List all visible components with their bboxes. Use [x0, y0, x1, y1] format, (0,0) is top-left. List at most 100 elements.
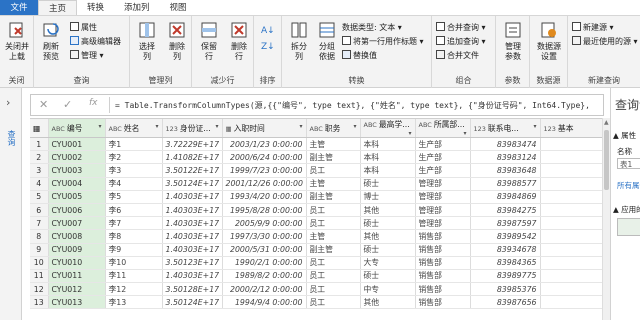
table-cell[interactable]: 83988577	[470, 177, 541, 191]
column-header[interactable]: ABC 姓名 ▾	[105, 119, 163, 138]
table-row[interactable]: 5 CYU005 李5 1.40303E+17 1993/4/20 0:00:00 副主管…	[30, 190, 602, 204]
applied-step-item[interactable]	[617, 218, 640, 236]
merge-queries-button[interactable]: 合并查询 ▾	[436, 22, 486, 33]
table-cell[interactable]: 主管	[306, 177, 361, 191]
table-cell[interactable]: 83983124	[470, 150, 541, 165]
table-cell[interactable]: 硕士	[360, 269, 416, 284]
column-filter-dropdown-icon[interactable]: ▾	[215, 123, 218, 130]
table-cell[interactable]: 1997/3/30 0:00:00	[222, 229, 307, 244]
table-cell[interactable]: 员工	[306, 163, 361, 178]
table-cell[interactable]: 李6	[105, 203, 163, 218]
table-cell[interactable]: 1.40303E+17	[162, 203, 223, 218]
row-number[interactable]: 6	[30, 203, 49, 218]
table-cell[interactable]: CYU008	[48, 229, 106, 244]
tab-file[interactable]: 文件	[0, 0, 38, 15]
table-cell[interactable]: 李13	[105, 295, 163, 310]
table-cell[interactable]: 1.40303E+17	[162, 190, 223, 204]
table-cell[interactable]: 其他	[360, 295, 416, 310]
table-cell[interactable]: 副主管	[306, 150, 361, 165]
table-cell[interactable]: 员工	[306, 256, 361, 270]
cancel-formula-icon[interactable]: ✕	[39, 98, 48, 111]
table-row[interactable]: 6 CYU006 李6 1.40303E+17 1995/8/28 0:00:00 员工其…	[30, 203, 602, 218]
table-cell[interactable]: CYU010	[48, 256, 106, 270]
table-cell[interactable]: CYU006	[48, 203, 106, 218]
column-filter-dropdown-icon[interactable]: ▾	[299, 123, 302, 130]
row-number[interactable]: 10	[30, 256, 49, 270]
chevron-right-icon[interactable]: ›	[6, 96, 10, 109]
table-cell[interactable]: 3.72229E+17	[162, 137, 223, 152]
table-cell[interactable]: 83983648	[470, 163, 541, 178]
column-filter-dropdown-icon[interactable]: ▾	[408, 130, 411, 137]
table-cell[interactable]: 销售部	[415, 269, 471, 284]
manage-button[interactable]: 管理 ▾	[70, 50, 104, 61]
table-cell[interactable]: 2000/6/24 0:00:00	[222, 150, 307, 165]
table-cell[interactable]	[540, 295, 602, 310]
table-cell[interactable]: 管理部	[415, 216, 471, 231]
choose-columns-button[interactable]: 选择 列	[132, 20, 162, 62]
table-cell[interactable]: 1.41082E+17	[162, 150, 223, 165]
table-cell[interactable]: 大专	[360, 256, 416, 270]
table-cell[interactable]: 硕士	[360, 216, 416, 231]
tab-add-column[interactable]: 添加列	[114, 0, 160, 15]
table-cell[interactable]: 李4	[105, 177, 163, 191]
data-source-settings-button[interactable]: 数据源 设置	[534, 20, 564, 62]
table-cell[interactable]: 李2	[105, 150, 163, 165]
function-icon[interactable]: fx	[89, 98, 98, 108]
table-cell[interactable]: 2001/12/26 0:00:00	[222, 177, 307, 191]
table-cell[interactable]: 83985376	[470, 282, 541, 297]
table-cell[interactable]: CYU003	[48, 163, 106, 178]
column-type-icon[interactable]: 123	[544, 125, 556, 133]
column-type-icon[interactable]: ▦	[226, 125, 232, 133]
remove-rows-button[interactable]: 删除 行	[224, 20, 254, 62]
table-cell[interactable]: 副主管	[306, 243, 361, 257]
column-header[interactable]: ABC 职务 ▾	[306, 119, 361, 138]
table-cell[interactable]: 2005/9/9 0:00:00	[222, 216, 307, 231]
table-cell[interactable]: 销售部	[415, 282, 471, 297]
confirm-formula-icon[interactable]: ✓	[63, 98, 72, 111]
table-cell[interactable]: 员工	[306, 282, 361, 297]
column-filter-dropdown-icon[interactable]: ▾	[155, 123, 158, 130]
table-cell[interactable]: 硕士	[360, 177, 416, 191]
table-cell[interactable]: 李11	[105, 269, 163, 284]
table-cell[interactable]: 销售部	[415, 229, 471, 244]
table-cell[interactable]: 李5	[105, 190, 163, 204]
table-row[interactable]: 7 CYU007 李7 1.40303E+17 2005/9/9 0:00:00 员工 硕士…	[30, 216, 602, 231]
refresh-preview-button[interactable]: 刷新 预览	[36, 20, 66, 62]
table-cell[interactable]	[540, 163, 602, 178]
row-number[interactable]: 5	[30, 190, 49, 204]
table-cell[interactable]: 生产部	[415, 137, 471, 152]
split-column-button[interactable]: 拆分 列	[284, 20, 314, 62]
table-cell[interactable]: 1995/8/28 0:00:00	[222, 203, 307, 218]
table-cell[interactable]: 主管	[306, 137, 361, 152]
row-number[interactable]: 7	[30, 216, 49, 231]
table-cell[interactable]: 1.40303E+17	[162, 269, 223, 284]
table-cell[interactable]: 李10	[105, 256, 163, 270]
remove-columns-button[interactable]: 删除 列	[162, 20, 192, 62]
table-cell[interactable]	[540, 243, 602, 257]
table-cell[interactable]: CYU013	[48, 295, 106, 310]
table-cell[interactable]: 83987597	[470, 216, 541, 231]
table-row[interactable]: 12 CYU012 李12 3.50128E+17 2000/2/12 0:00:00 员…	[30, 282, 602, 297]
column-header[interactable]: ABC 编号 ▾	[48, 119, 106, 138]
table-row[interactable]: 4 CYU004 李4 3.50124E+17 2001/12/26 0:00:00 主管…	[30, 177, 602, 191]
table-cell[interactable]	[540, 203, 602, 218]
new-source-button[interactable]: 新建源 ▾	[572, 22, 614, 33]
column-header[interactable]: ABC 所属部... ▾	[415, 119, 471, 138]
table-cell[interactable]: 其他	[360, 203, 416, 218]
replace-values-button[interactable]: 替换值	[342, 50, 377, 61]
table-cell[interactable]: 李7	[105, 216, 163, 231]
table-cell[interactable]: 李12	[105, 282, 163, 297]
sort-ascending-icon[interactable]: A↓	[261, 26, 275, 37]
column-type-icon[interactable]: ABC	[310, 125, 323, 133]
table-cell[interactable]: 1.40303E+17	[162, 216, 223, 231]
table-cell[interactable]: 主管	[306, 229, 361, 244]
append-queries-button[interactable]: 追加查询 ▾	[436, 36, 486, 47]
column-header[interactable]: 123 联系电... ▾	[470, 119, 541, 138]
table-row[interactable]: 13 CYU013 李13 3.50124E+17 1994/9/4 0:00:00 员工…	[30, 295, 602, 310]
table-cell[interactable]: 83989542	[470, 229, 541, 244]
table-corner-menu[interactable]: ▦	[30, 119, 49, 138]
column-filter-dropdown-icon[interactable]: ▾	[533, 123, 536, 130]
table-cell[interactable]: 83934678	[470, 243, 541, 257]
row-number[interactable]: 4	[30, 177, 49, 191]
table-cell[interactable]: CYU005	[48, 190, 106, 204]
